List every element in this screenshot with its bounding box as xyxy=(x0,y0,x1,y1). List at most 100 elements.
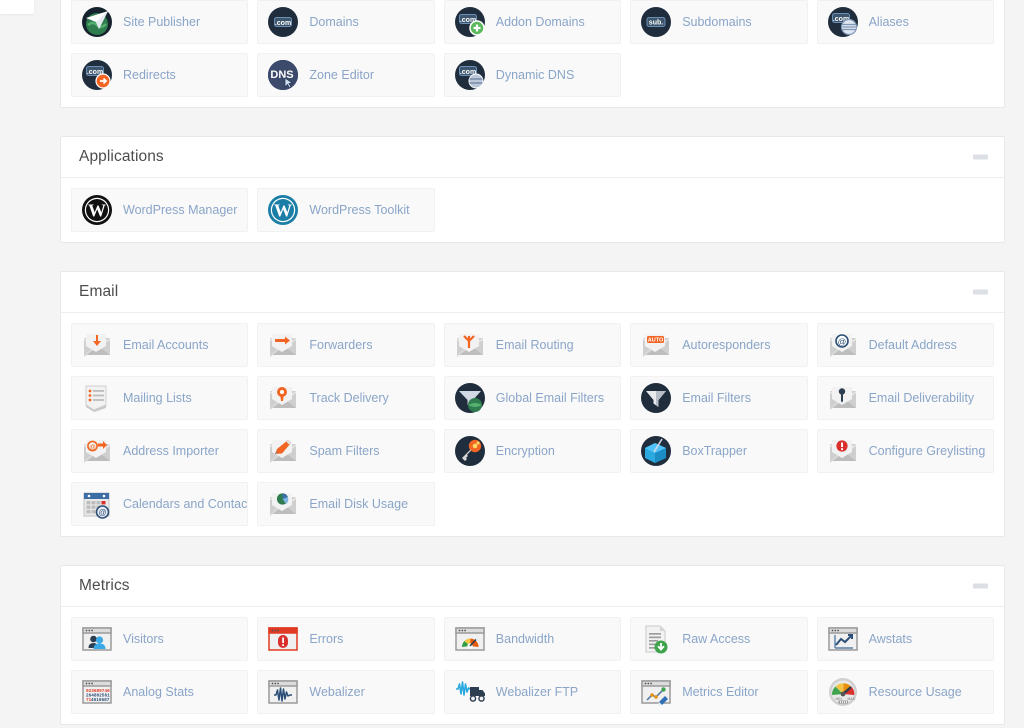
main-content: Site Publisher .com Domains .com Addon D… xyxy=(60,0,1005,728)
tile-label: Email Deliverability xyxy=(868,390,975,405)
svg-text:4516687: 4516687 xyxy=(91,698,110,703)
panel-metrics: Metrics Visitors Errors Bandwidth Raw Ac… xyxy=(60,565,1005,725)
address-importer-icon: @ xyxy=(80,434,114,468)
tile-aliases[interactable]: .com Aliases xyxy=(816,0,994,44)
tile-label: Site Publisher xyxy=(123,14,201,29)
tile-bandwidth[interactable]: Bandwidth xyxy=(443,617,622,661)
aliases-icon: .com xyxy=(826,5,860,39)
tile-label: Raw Access xyxy=(682,631,751,646)
tile-email-disk-usage[interactable]: Email Disk Usage xyxy=(257,482,435,526)
tile-spam-filters[interactable]: Spam Filters xyxy=(257,429,435,473)
tile-configure-greylisting[interactable]: Configure Greylisting xyxy=(816,429,994,473)
panel-title-applications: Applications xyxy=(79,148,164,165)
tile-raw-access[interactable]: Raw Access xyxy=(630,617,808,661)
webalizer-icon xyxy=(266,675,300,709)
tile-label: Address Importer xyxy=(123,443,219,458)
domains-icon: .com xyxy=(266,5,300,39)
tile-label: Track Delivery xyxy=(309,390,389,405)
site-publisher-icon xyxy=(80,5,114,39)
tile-label: BoxTrapper xyxy=(682,443,748,458)
tile-resource-usage[interactable]: MIN MAX Resource Usage xyxy=(816,670,994,714)
tile-wordpress-toolkit[interactable]: W WordPress Toolkit xyxy=(257,188,435,232)
forwarders-icon xyxy=(266,328,300,362)
tile-label: Webalizer FTP xyxy=(495,684,579,699)
subdomains-icon: sub. xyxy=(639,5,673,39)
svg-text:.com: .com xyxy=(275,20,291,27)
wordpress-manager-icon: W xyxy=(80,193,114,227)
tile-subdomains[interactable]: sub. Subdomains xyxy=(630,0,808,44)
cpanel-home-page: Site Publisher .com Domains .com Addon D… xyxy=(0,0,1024,728)
tile-email-accounts[interactable]: Email Accounts xyxy=(71,323,249,367)
tile-autoresponders[interactable]: AUTO Autoresponders xyxy=(630,323,808,367)
spam-filters-icon xyxy=(266,434,300,468)
tile-label: Encryption xyxy=(495,443,555,458)
metrics-editor-icon xyxy=(639,675,673,709)
tile-errors[interactable]: Errors xyxy=(257,617,435,661)
panel-title-metrics: Metrics xyxy=(79,577,130,594)
svg-text:MIN: MIN xyxy=(835,697,842,701)
panel-domains: Site Publisher .com Domains .com Addon D… xyxy=(60,0,1005,108)
tile-redirects[interactable]: .com Redirects xyxy=(71,53,249,97)
svg-text:@: @ xyxy=(837,336,846,346)
visitors-icon xyxy=(80,622,114,656)
bandwidth-icon xyxy=(453,622,487,656)
tile-metrics-editor[interactable]: Metrics Editor xyxy=(630,670,808,714)
tile-encryption[interactable]: Encryption xyxy=(443,429,622,473)
panel-header-applications: Applications xyxy=(61,137,1004,178)
tile-label: Configure Greylisting xyxy=(868,443,986,458)
tile-email-filters[interactable]: Email Filters xyxy=(630,376,808,420)
tile-track-delivery[interactable]: Track Delivery xyxy=(257,376,435,420)
tile-zone-editor[interactable]: DNS Zone Editor xyxy=(257,53,435,97)
tile-analog-stats[interactable]: 023689746 264802561 71 4516687 Analog Sta… xyxy=(71,670,249,714)
tile-label: Dynamic DNS xyxy=(495,67,575,82)
dynamic-dns-icon: .com xyxy=(453,58,487,92)
tile-mailing-lists[interactable]: Mailing Lists xyxy=(71,376,249,420)
tile-grid-domains: Site Publisher .com Domains .com Addon D… xyxy=(61,0,1004,107)
tile-dynamic-dns[interactable]: .com Dynamic DNS xyxy=(443,53,622,97)
collapse-toggle-applications[interactable] xyxy=(973,154,988,160)
tile-label: Awstats xyxy=(868,631,913,646)
awstats-icon xyxy=(826,622,860,656)
tile-domains[interactable]: .com Domains xyxy=(257,0,435,44)
tile-webalizer-ftp[interactable]: Webalizer FTP xyxy=(443,670,622,714)
default-address-icon: @ xyxy=(826,328,860,362)
tile-label: Visitors xyxy=(123,631,164,646)
tile-label: Subdomains xyxy=(682,14,752,29)
collapse-toggle-email[interactable] xyxy=(973,289,988,295)
errors-icon xyxy=(266,622,300,656)
tile-boxtrapper[interactable]: BoxTrapper xyxy=(630,429,808,473)
tile-wordpress-manager[interactable]: W WordPress Manager xyxy=(71,188,249,232)
panel-applications: Applications W WordPress Manager W WordPre… xyxy=(60,136,1005,243)
tile-label: Email Filters xyxy=(682,390,751,405)
tile-email-deliverability[interactable]: Email Deliverability xyxy=(816,376,994,420)
svg-text:W: W xyxy=(274,201,292,221)
tile-addon-domains[interactable]: .com Addon Domains xyxy=(443,0,622,44)
tile-awstats[interactable]: Awstats xyxy=(816,617,994,661)
tile-email-routing[interactable]: Email Routing xyxy=(443,323,622,367)
tile-site-publisher[interactable]: Site Publisher xyxy=(71,0,249,44)
tile-default-address[interactable]: @ Default Address xyxy=(816,323,994,367)
svg-text:MAX: MAX xyxy=(847,697,855,701)
tile-global-email-filters[interactable]: Global Email Filters xyxy=(443,376,622,420)
svg-text:sub.: sub. xyxy=(649,19,663,26)
tile-label: Domains xyxy=(309,14,359,29)
email-routing-icon xyxy=(453,328,487,362)
tile-grid-metrics: Visitors Errors Bandwidth Raw Access Aws… xyxy=(61,607,1004,724)
collapse-toggle-metrics[interactable] xyxy=(973,583,988,589)
tile-calendars-and-contacts[interactable]: @ Calendars and Contacts xyxy=(71,482,249,526)
tile-label: Mailing Lists xyxy=(123,390,192,405)
redirects-icon: .com xyxy=(80,58,114,92)
tile-webalizer[interactable]: Webalizer xyxy=(257,670,435,714)
global-email-filters-icon xyxy=(453,381,487,415)
boxtrapper-icon xyxy=(639,434,673,468)
tile-label: Redirects xyxy=(123,67,176,82)
analog-stats-icon: 023689746 264802561 71 4516687 xyxy=(80,675,114,709)
tile-address-importer[interactable]: @ Address Importer xyxy=(71,429,249,473)
tile-label: Spam Filters xyxy=(309,443,380,458)
tile-label: Errors xyxy=(309,631,344,646)
tile-label: Global Email Filters xyxy=(495,390,605,405)
tile-label: Email Routing xyxy=(495,337,574,352)
tile-label: Email Accounts xyxy=(123,337,209,352)
tile-visitors[interactable]: Visitors xyxy=(71,617,249,661)
tile-forwarders[interactable]: Forwarders xyxy=(257,323,435,367)
